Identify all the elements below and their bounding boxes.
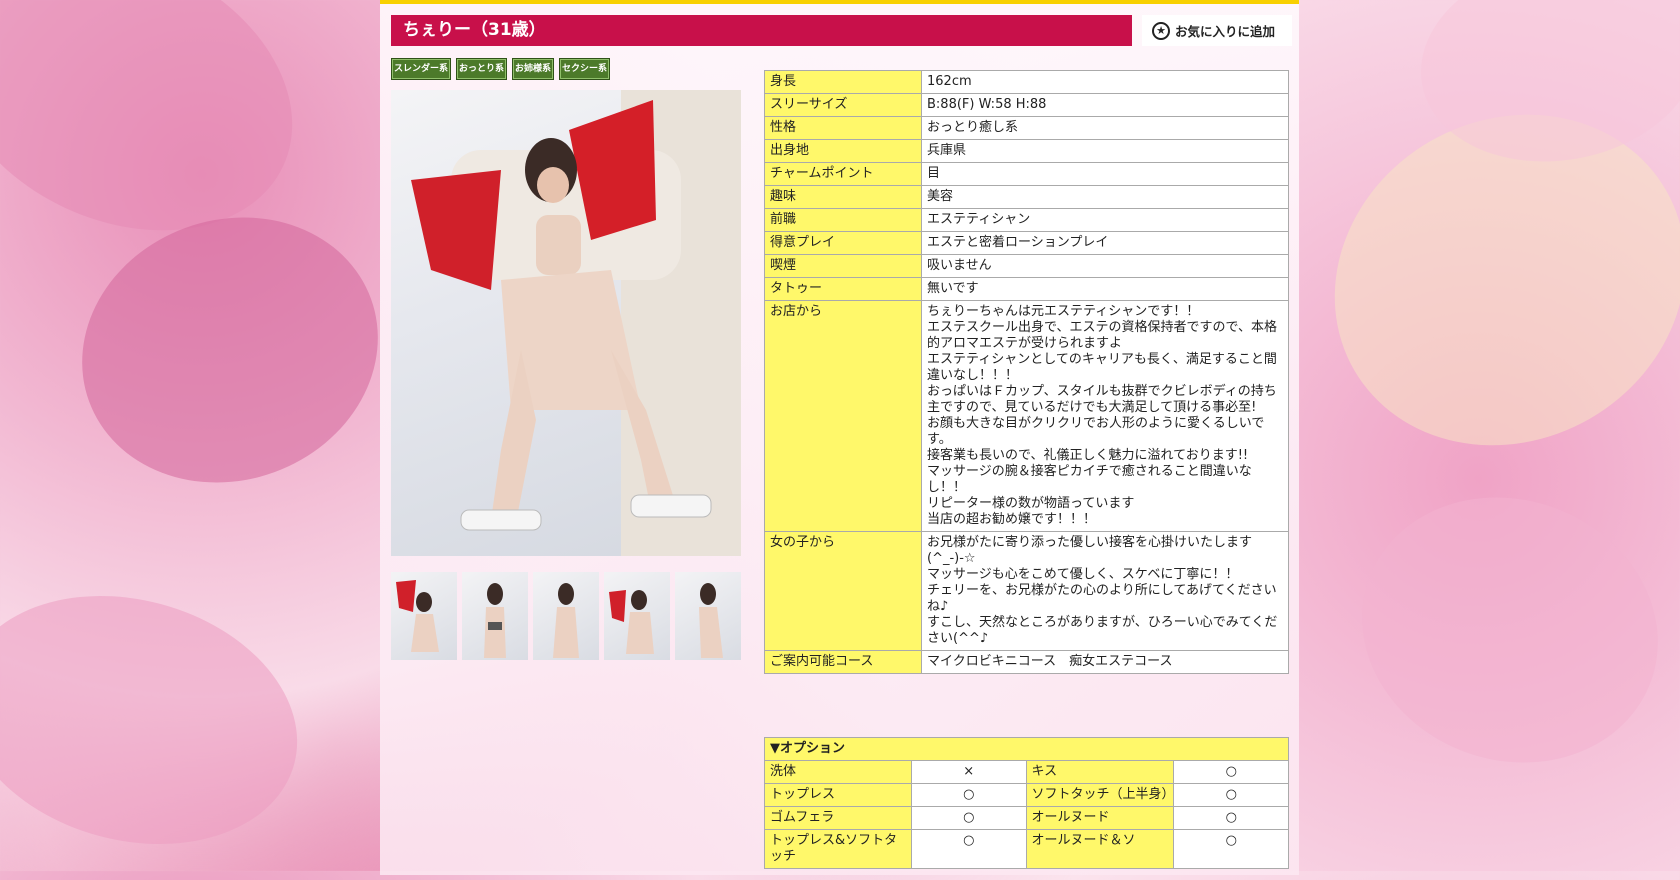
profile-value: 美容 — [921, 185, 1289, 209]
profile-label: 出身地 — [764, 139, 922, 163]
option-value: ○ — [1173, 783, 1289, 807]
option-value: ○ — [911, 783, 1027, 807]
options-row: ゴムフェラ ○ オールヌード ○ — [764, 806, 1289, 830]
background-petal — [1324, 456, 1680, 804]
profile-label: タトゥー — [764, 277, 922, 301]
profile-row: 趣味 美容 — [764, 185, 1289, 209]
options-row: トップレス&ソフトタッチ ○ オールヌード＆ソ ○ — [764, 829, 1289, 869]
thumbnail-image[interactable] — [675, 572, 741, 660]
profile-label: 趣味 — [764, 185, 922, 209]
profile-table: 身長 162cm スリーサイズ B:88(F) W:58 H:88 性格 おっとり癒し… — [764, 70, 1289, 674]
option-value: ○ — [1173, 829, 1289, 869]
tag-badge: スレンダー系 — [391, 58, 452, 80]
page-title: ちぇりー（31歳） — [391, 15, 1132, 46]
option-label: 洗体 — [764, 760, 912, 784]
thumbnail-illustration — [609, 590, 654, 654]
profile-label: ご案内可能コース — [764, 650, 922, 674]
profile-row: タトゥー 無いです — [764, 277, 1289, 301]
profile-label: お店から — [764, 300, 922, 532]
main-photo — [391, 90, 741, 556]
options-heading-row: ▼オプション — [764, 737, 1289, 761]
profile-row: お店から ちぇりーちゃんは元エステティシャンです！！ エステスクール出身で、エステ… — [764, 300, 1289, 532]
thumbnail-image[interactable] — [533, 572, 599, 660]
profile-value: マイクロビキニコース 痴女エステコース — [921, 650, 1289, 674]
profile-value: 目 — [921, 162, 1289, 186]
option-label: ゴムフェラ — [764, 806, 912, 830]
thumbnail-image[interactable] — [391, 572, 457, 660]
profile-label: チャームポイント — [764, 162, 922, 186]
thumbnail-image[interactable] — [462, 572, 528, 660]
thumbnail-illustration — [553, 583, 579, 658]
thumbnail-strip — [391, 572, 741, 660]
add-favorite-button[interactable]: ★ お気に入りに追加 — [1142, 15, 1292, 46]
profile-value: エステティシャン — [921, 208, 1289, 232]
content-column: ちぇりー（31歳） ★ お気に入りに追加 スレンダー系 おっとり系 お姉様系 セ… — [380, 0, 1299, 875]
profile-value: B:88(F) W:58 H:88 — [921, 93, 1289, 117]
option-value: ○ — [1173, 760, 1289, 784]
option-value: × — [911, 760, 1027, 784]
profile-value: おっとり癒し系 — [921, 116, 1289, 140]
star-icon: ★ — [1152, 21, 1170, 40]
option-label: トップレス&ソフトタッチ — [764, 829, 912, 869]
girl-comment: お兄様がたに寄り添った優しい接客を心掛けいたします(^_-)-☆ マッサージも心… — [921, 531, 1289, 651]
main-photo-illustration — [411, 90, 741, 556]
profile-label: 身長 — [764, 70, 922, 94]
profile-value: 吸いません — [921, 254, 1289, 278]
shop-comment: ちぇりーちゃんは元エステティシャンです！！ エステスクール出身で、エステの資格保… — [921, 300, 1289, 532]
profile-label: 性格 — [764, 116, 922, 140]
profile-label: 前職 — [764, 208, 922, 232]
tag-list: スレンダー系 おっとり系 お姉様系 セクシー系 — [391, 58, 611, 80]
options-row: トップレス ○ ソフトタッチ（上半身） ○ — [764, 783, 1289, 807]
profile-row: ご案内可能コース マイクロビキニコース 痴女エステコース — [764, 650, 1289, 674]
tag-badge: お姉様系 — [512, 58, 555, 80]
option-label: キス — [1025, 760, 1175, 784]
profile-label: 女の子から — [764, 531, 922, 651]
profile-row: 得意プレイ エステと密着ローションプレイ — [764, 231, 1289, 255]
tag-badge: セクシー系 — [559, 58, 611, 80]
profile-row: 喫煙 吸いません — [764, 254, 1289, 278]
thumbnail-illustration — [699, 583, 723, 658]
profile-row: 女の子から お兄様がたに寄り添った優しい接客を心掛けいたします(^_-)-☆ マッ… — [764, 531, 1289, 651]
option-value: ○ — [1173, 806, 1289, 830]
option-label: オールヌード — [1025, 806, 1175, 830]
tag-badge: おっとり系 — [456, 58, 508, 80]
background-petal — [0, 560, 326, 880]
profile-row: 出身地 兵庫県 — [764, 139, 1289, 163]
thumbnail-illustration — [396, 580, 439, 652]
profile-label: スリーサイズ — [764, 93, 922, 117]
profile-value: 無いです — [921, 277, 1289, 301]
option-value: ○ — [911, 829, 1027, 869]
thumbnail-illustration — [484, 583, 506, 658]
profile-row: 性格 おっとり癒し系 — [764, 116, 1289, 140]
thumbnail-image[interactable] — [604, 572, 670, 660]
profile-label: 喫煙 — [764, 254, 922, 278]
options-row: 洗体 × キス ○ — [764, 760, 1289, 784]
profile-label: 得意プレイ — [764, 231, 922, 255]
profile-row: チャームポイント目 — [764, 162, 1289, 186]
profile-row: 前職 エステティシャン — [764, 208, 1289, 232]
options-table: ▼オプション 洗体 × キス ○ トップレス ○ ソフトタッチ（上半身） ○ ゴ… — [764, 737, 1289, 869]
options-heading: ▼オプション — [764, 737, 1289, 761]
add-favorite-label: お気に入りに追加 — [1175, 24, 1276, 39]
option-label: オールヌード＆ソ — [1025, 829, 1175, 869]
profile-value: 兵庫県 — [921, 139, 1289, 163]
background-petal — [44, 176, 416, 524]
option-label: ソフトタッチ（上半身） — [1025, 783, 1175, 807]
profile-row: 身長 162cm — [764, 70, 1289, 94]
option-label: トップレス — [764, 783, 912, 807]
profile-value: エステと密着ローションプレイ — [921, 231, 1289, 255]
profile-value: 162cm — [921, 70, 1289, 94]
option-value: ○ — [911, 806, 1027, 830]
profile-row: スリーサイズ B:88(F) W:58 H:88 — [764, 93, 1289, 117]
